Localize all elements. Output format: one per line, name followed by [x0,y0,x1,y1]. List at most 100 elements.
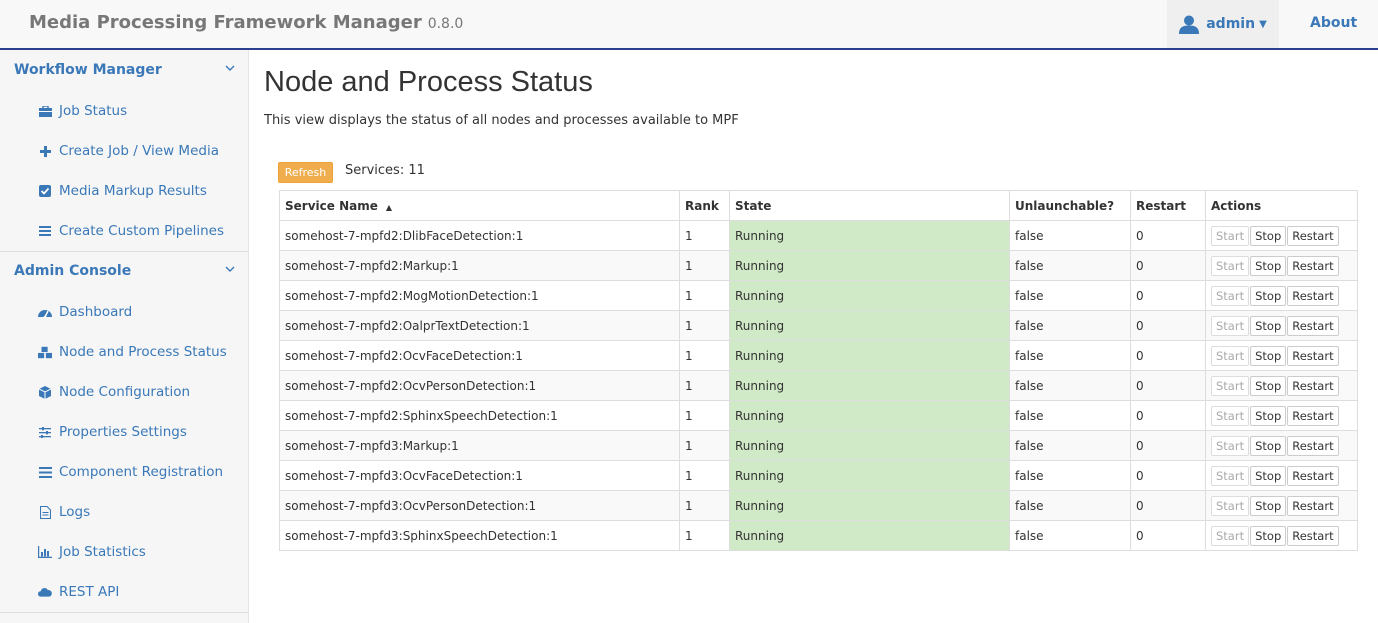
state-cell: Running [729,310,1010,341]
rank-cell: 1 [679,280,730,311]
sidebar-item-node-configuration[interactable]: Node Configuration [0,372,249,412]
start-button: Start [1211,435,1250,456]
user-icon [1179,15,1200,34]
stop-button[interactable]: Stop [1250,495,1287,516]
column-header-unlaunchable[interactable]: Unlaunchable? [1009,190,1131,221]
sidebar-item-label: Job Statistics [59,544,146,560]
stop-button[interactable]: Stop [1250,525,1287,546]
restart-count-cell: 0 [1130,520,1206,551]
stop-button[interactable]: Stop [1250,435,1287,456]
stop-button[interactable]: Stop [1250,315,1287,336]
user-menu[interactable]: admin ▼ [1167,0,1279,48]
table-header-row: Service Name ▲ Rank State Unlaunchable? R… [279,190,1358,221]
sidebar-item-node-process-status[interactable]: Node and Process Status [0,332,249,372]
restart-button[interactable]: Restart [1287,465,1339,486]
column-header-restart[interactable]: Restart [1130,190,1206,221]
unlaunchable-cell: false [1009,430,1131,461]
sidebar-section-workflow-manager[interactable]: Workflow Manager [0,50,249,90]
column-header-rank[interactable]: Rank [679,190,730,221]
unlaunchable-cell: false [1009,220,1131,251]
restart-button[interactable]: Restart [1287,315,1339,336]
sidebar-divider [0,612,249,613]
sidebar-item-label: Component Registration [59,464,224,480]
stop-button[interactable]: Stop [1250,375,1287,396]
sidebar-item-media-markup-results[interactable]: Media Markup Results [0,171,249,211]
restart-count-cell: 0 [1130,310,1206,341]
state-cell: Running [729,430,1010,461]
restart-button[interactable]: Restart [1287,225,1339,246]
rank-cell: 1 [679,310,730,341]
stop-button[interactable]: Stop [1250,405,1287,426]
actions-cell: Start Stop Restart [1205,460,1358,491]
dashboard-icon [38,305,52,319]
sidebar-item-logs[interactable]: Logs [0,492,249,532]
refresh-button[interactable]: Refresh [278,162,333,183]
stop-button[interactable]: Stop [1250,465,1287,486]
stop-button[interactable]: Stop [1250,225,1287,246]
briefcase-icon [38,104,52,118]
actions-cell: Start Stop Restart [1205,250,1358,281]
unlaunchable-cell: false [1009,490,1131,521]
restart-button[interactable]: Restart [1287,435,1339,456]
sidebar-item-label: Job Status [59,103,128,119]
restart-button[interactable]: Restart [1287,345,1339,366]
sidebar-item-job-status[interactable]: Job Status [0,91,249,131]
state-cell: Running [729,460,1010,491]
sidebar-item-dashboard[interactable]: Dashboard [0,292,249,332]
bars-icon [38,465,52,479]
actions-cell: Start Stop Restart [1205,340,1358,371]
restart-button[interactable]: Restart [1287,405,1339,426]
state-cell: Running [729,340,1010,371]
start-button: Start [1211,285,1250,306]
page-description: This view displays the status of all nod… [264,113,739,128]
sidebar-item-rest-api[interactable]: REST API [0,572,249,612]
start-button: Start [1211,345,1250,366]
sidebar-item-component-registration[interactable]: Component Registration [0,452,249,492]
restart-count-cell: 0 [1130,370,1206,401]
restart-button[interactable]: Restart [1287,375,1339,396]
column-header-service-name[interactable]: Service Name ▲ [279,190,680,221]
restart-button[interactable]: Restart [1287,285,1339,306]
service-name-cell: somehost-7-mpfd2:OcvFaceDetection:1 [279,340,680,371]
start-button: Start [1211,405,1250,426]
plus-icon [38,144,52,158]
table-row: somehost-7-mpfd2:Markup:1 1 Running false 0 S… [279,250,1358,281]
state-cell: Running [729,370,1010,401]
service-name-cell: somehost-7-mpfd3:SphinxSpeechDetection:1 [279,520,680,551]
sidebar-item-properties-settings[interactable]: Properties Settings [0,412,249,452]
app-title[interactable]: Media Processing Framework Manager [29,12,422,33]
unlaunchable-cell: false [1009,280,1131,311]
restart-button[interactable]: Restart [1287,255,1339,276]
cloud-icon [38,585,52,599]
unlaunchable-cell: false [1009,520,1131,551]
service-name-cell: somehost-7-mpfd2:Markup:1 [279,250,680,281]
sidebar-item-create-custom-pipelines[interactable]: Create Custom Pipelines [0,211,249,251]
sliders-icon [38,425,52,439]
file-text-icon [38,505,52,519]
restart-button[interactable]: Restart [1287,525,1339,546]
restart-count-cell: 0 [1130,490,1206,521]
service-name-cell: somehost-7-mpfd2:OalprTextDetection:1 [279,310,680,341]
table-row: somehost-7-mpfd2:OalprTextDetection:1 1 Ru… [279,310,1358,341]
service-name-cell: somehost-7-mpfd2:DlibFaceDetection:1 [279,220,680,251]
sidebar-item-create-job[interactable]: Create Job / View Media [0,131,249,171]
restart-button[interactable]: Restart [1287,495,1339,516]
sidebar-item-label: Node and Process Status [59,344,227,360]
app-brand[interactable]: Media Processing Framework Manager 0.8.0 [29,0,463,48]
actions-cell: Start Stop Restart [1205,490,1358,521]
sidebar-section-admin-console[interactable]: Admin Console [0,251,249,291]
column-header-state[interactable]: State [729,190,1010,221]
unlaunchable-cell: false [1009,460,1131,491]
sidebar-item-label: Dashboard [59,304,133,320]
stop-button[interactable]: Stop [1250,345,1287,366]
about-link[interactable]: About [1310,0,1357,46]
section-label: Admin Console [14,263,132,279]
sidebar: Workflow Manager Job Status Create Job /… [0,50,249,623]
restart-count-cell: 0 [1130,460,1206,491]
actions-cell: Start Stop Restart [1205,220,1358,251]
sidebar-item-job-statistics[interactable]: Job Statistics [0,532,249,572]
stop-button[interactable]: Stop [1250,255,1287,276]
unlaunchable-cell: false [1009,370,1131,401]
unlaunchable-cell: false [1009,340,1131,371]
stop-button[interactable]: Stop [1250,285,1287,306]
